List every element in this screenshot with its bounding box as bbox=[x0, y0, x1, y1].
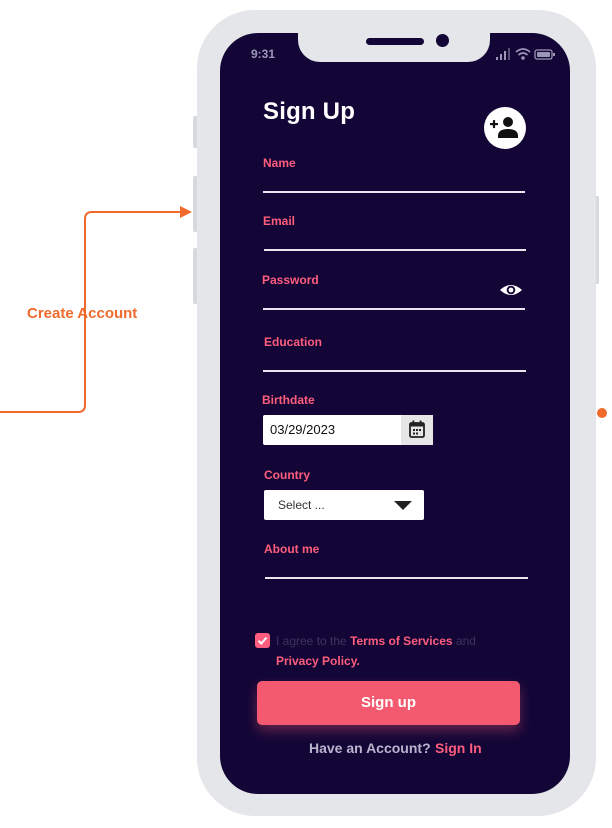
add-user-button[interactable] bbox=[484, 107, 526, 149]
signal-icon bbox=[496, 48, 510, 60]
calendar-icon bbox=[409, 420, 425, 438]
birthdate-label: Birthdate bbox=[262, 393, 315, 407]
privacy-link[interactable]: Privacy Policy. bbox=[276, 654, 360, 668]
email-field[interactable] bbox=[264, 249, 526, 251]
status-icons bbox=[496, 48, 555, 60]
terms-link[interactable]: Terms of Services bbox=[350, 634, 453, 648]
education-label: Education bbox=[264, 335, 323, 349]
country-label: Country bbox=[264, 468, 310, 482]
wifi-icon bbox=[515, 48, 531, 60]
name-field[interactable] bbox=[263, 191, 525, 193]
sign-in-link[interactable]: Sign In bbox=[435, 740, 482, 756]
annotation-dot bbox=[597, 408, 607, 418]
sign-up-button[interactable]: Sign up bbox=[257, 681, 520, 725]
about-label: About me bbox=[264, 542, 320, 556]
status-time: 9:31 bbox=[251, 47, 276, 61]
password-label: Password bbox=[262, 273, 319, 287]
agree-checkbox[interactable] bbox=[255, 633, 270, 648]
chevron-down-icon bbox=[394, 501, 412, 510]
battery-icon bbox=[534, 49, 555, 60]
add-user-icon bbox=[490, 117, 518, 138]
annotation-label: Create Account bbox=[27, 305, 138, 322]
phone-camera bbox=[436, 34, 449, 47]
password-field[interactable] bbox=[263, 308, 525, 310]
country-select-value: Select ... bbox=[278, 498, 325, 512]
agreement-prefix: I agree to the bbox=[276, 634, 351, 648]
email-label: Email bbox=[263, 214, 296, 228]
agreement-text: I agree to the Terms of Services and Pri… bbox=[276, 631, 506, 671]
have-account-text: Have an Account? bbox=[309, 740, 431, 756]
agreement-middle: and bbox=[452, 634, 476, 648]
phone-speaker bbox=[366, 38, 424, 45]
eye-icon[interactable] bbox=[499, 281, 523, 299]
annotation-arrowhead bbox=[180, 206, 192, 218]
about-field[interactable] bbox=[265, 577, 528, 579]
name-label: Name bbox=[263, 156, 296, 170]
birthdate-input[interactable]: 03/29/2023 bbox=[263, 415, 433, 445]
page-title: Sign Up bbox=[263, 98, 356, 125]
check-icon bbox=[257, 636, 268, 645]
birthdate-value: 03/29/2023 bbox=[270, 422, 336, 437]
calendar-button[interactable] bbox=[401, 415, 433, 445]
country-select[interactable]: Select ... bbox=[264, 490, 424, 520]
education-field[interactable] bbox=[263, 370, 526, 372]
